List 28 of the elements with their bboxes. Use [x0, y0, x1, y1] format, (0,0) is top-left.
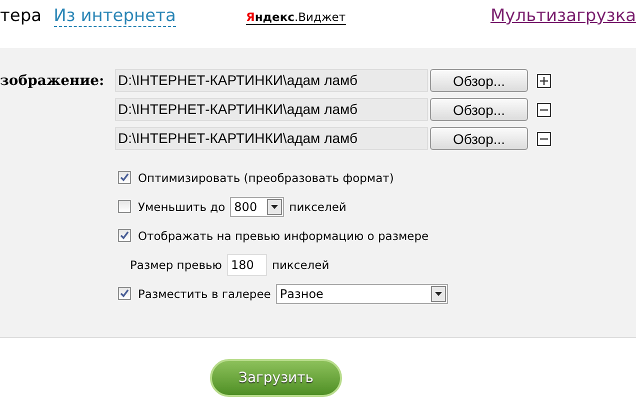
browse-button[interactable]: Обзор...: [430, 127, 528, 150]
unit-label: пикселей: [289, 200, 346, 214]
file-path-field[interactable]: D:\IНТЕРНЕТ-КАРТИНКИ\адам ламб: [115, 98, 428, 121]
file-path-field[interactable]: D:\IНТЕРНЕТ-КАРТИНКИ\адам ламб: [115, 127, 428, 150]
checkbox[interactable]: [118, 200, 131, 213]
multi-upload-link[interactable]: Мультизагрузка: [490, 6, 636, 26]
checkbox[interactable]: [118, 287, 131, 300]
option-label: Уменьшить до: [138, 200, 226, 214]
browse-button[interactable]: Обзор...: [430, 69, 528, 92]
size-select[interactable]: 800: [230, 196, 284, 216]
widget-logo: Яндекс.Виджет: [246, 10, 346, 25]
option-label: Разместить в галерее: [138, 286, 271, 300]
file-path-field[interactable]: D:\IНТЕРНЕТ-КАРТИНКИ\адам ламб: [115, 69, 428, 92]
minus-icon[interactable]: [537, 132, 551, 146]
preview-size-field[interactable]: 180: [226, 254, 267, 276]
option-label: Размер превью: [130, 258, 222, 272]
plus-icon[interactable]: [537, 74, 551, 88]
minus-icon[interactable]: [537, 102, 551, 116]
option-label: Оптимизировать (преобразовать формат): [138, 170, 394, 184]
gallery-select[interactable]: Разное: [276, 284, 448, 304]
checkbox[interactable]: [118, 229, 131, 242]
tab-link[interactable]: Из интернета: [54, 6, 176, 27]
tab-label[interactable]: тера: [0, 6, 42, 26]
option-label: Отображать на превью информацию о размере: [138, 228, 429, 242]
image-label: зображение:: [0, 72, 106, 88]
unit-label: пикселей: [272, 258, 330, 272]
browse-button[interactable]: Обзор...: [430, 98, 528, 121]
checkbox[interactable]: [118, 171, 131, 184]
